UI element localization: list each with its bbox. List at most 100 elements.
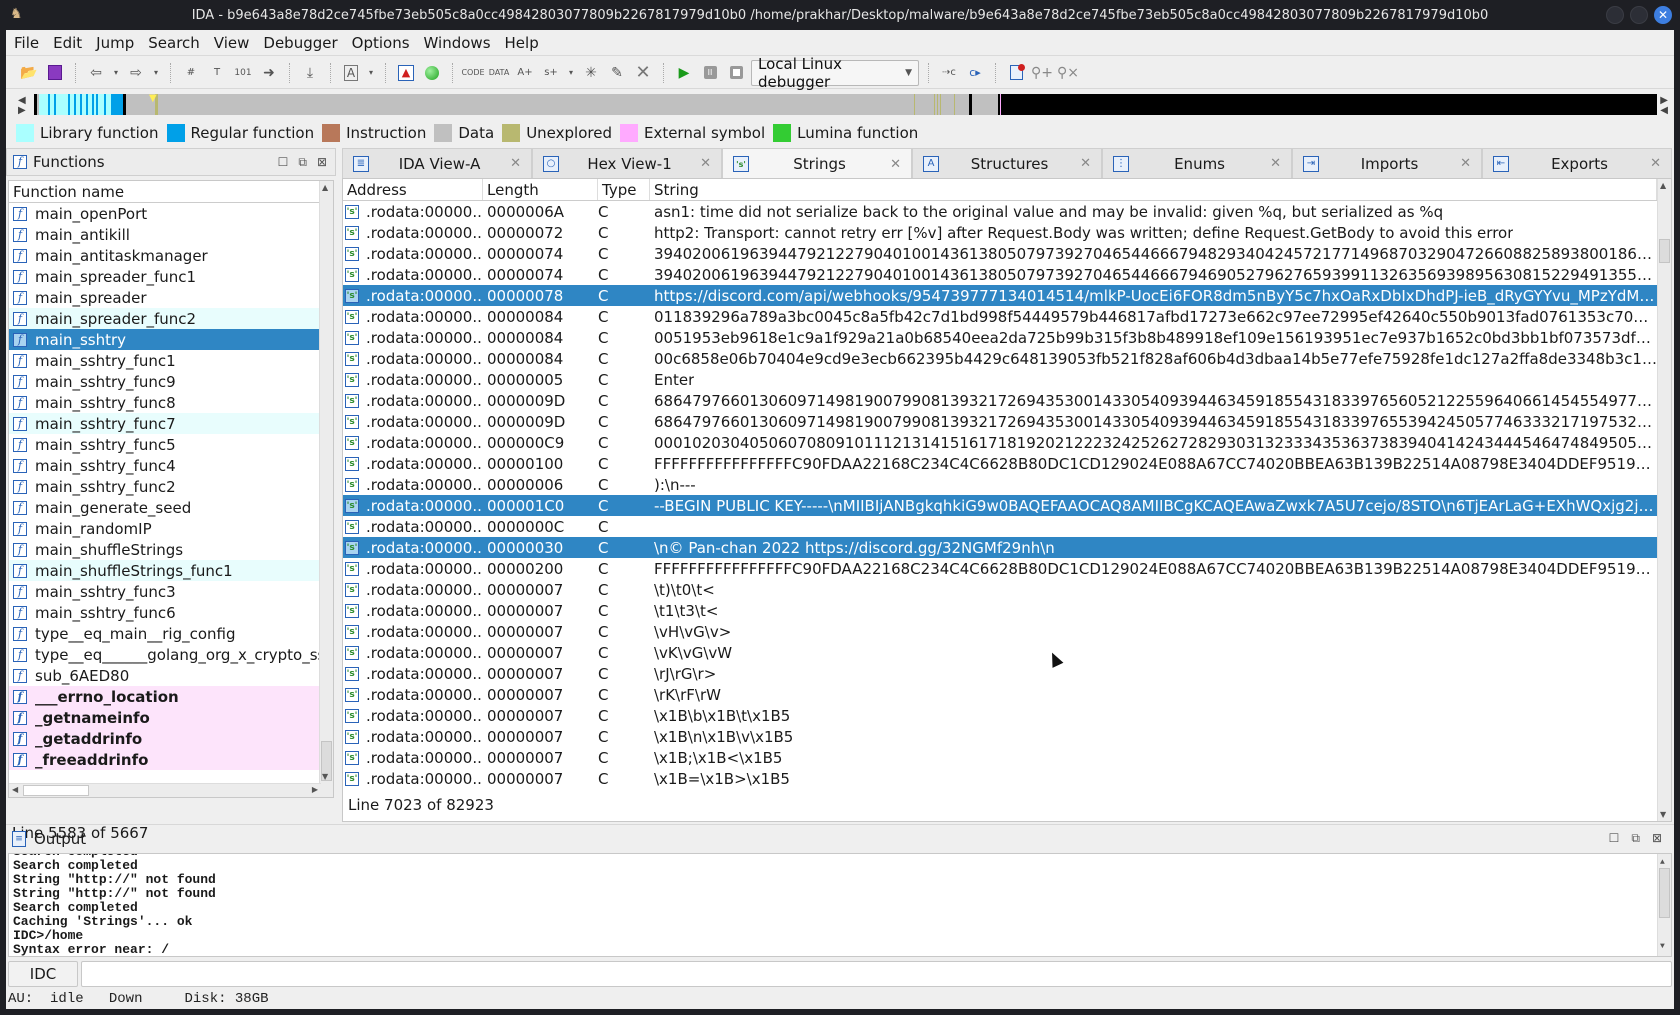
float-pane-icon[interactable]: ⧉	[298, 155, 307, 170]
text-dropdown-icon[interactable]: ▾	[366, 62, 376, 84]
string-row[interactable]: 's' .rodata:00000... 00000007 C \rJ\rG\r>	[343, 663, 1657, 684]
string-row[interactable]: 's' .rodata:00000... 0000006A Casn1: time d…	[343, 201, 1657, 222]
string-row[interactable]: 's' .rodata:00000... 00000072 Chttp2: Trans…	[343, 222, 1657, 243]
scroll-up-icon[interactable]: ▲	[322, 183, 328, 192]
command-input[interactable]	[81, 961, 1672, 987]
string-row[interactable]: 's' .rodata:00000... 00000200 C FFFFFFFFFFFF…	[343, 558, 1657, 579]
menu-view[interactable]: View	[214, 34, 250, 52]
tab-imports[interactable]: ⇥ Imports ✕	[1292, 148, 1482, 178]
function-list-item[interactable]: f main_shuffleStrings_func1	[9, 560, 321, 581]
string-row[interactable]: 's' .rodata:00000... 00000005 C Enter	[343, 369, 1657, 390]
minimize-button[interactable]	[1606, 6, 1624, 24]
text-icon[interactable]: A	[340, 62, 362, 84]
string-row[interactable]: 's' .rodata:00000... 00000007 C \x1B\n\x1B\v…	[343, 726, 1657, 747]
scroll-down-icon[interactable]: ▼	[1660, 810, 1666, 819]
save-icon[interactable]	[44, 62, 66, 84]
function-list-item[interactable]: f main_sshtry_func9	[9, 371, 321, 392]
function-list-item[interactable]: f main_shuffleStrings	[9, 539, 321, 560]
navigation-bar[interactable]: ▼	[34, 94, 1657, 115]
tab-hex-view-1[interactable]: ○ Hex View-1 ✕	[532, 148, 722, 178]
functions-horizontal-scrollbar[interactable]: ◀ ▶	[9, 783, 321, 797]
column-header-type[interactable]: Type	[598, 179, 650, 200]
nav-band-left-arrow-icon[interactable]: ◀ ▶	[18, 96, 26, 116]
scroll-down-icon[interactable]: ▼	[322, 772, 328, 781]
string-row[interactable]: 's' .rodata:00000... 0000000C C	[343, 516, 1657, 537]
menu-options[interactable]: Options	[352, 34, 410, 52]
function-list-item[interactable]: f main_spreader_func1	[9, 266, 321, 287]
function-list-item[interactable]: f main_openPort	[9, 203, 321, 224]
string-row[interactable]: 's' .rodata:00000... 00000084 C 011839296a78…	[343, 306, 1657, 327]
run-green-icon[interactable]	[421, 62, 443, 84]
function-list-item[interactable]: f ___errno_location	[9, 686, 321, 707]
tab-ida-view-a[interactable]: ≣ IDA View-A ✕	[342, 148, 532, 178]
maximize-pane-icon[interactable]: ☐	[1609, 831, 1620, 846]
forward-dropdown-icon[interactable]: ▾	[151, 62, 161, 84]
column-header-address[interactable]: Address	[343, 179, 483, 200]
string-row[interactable]: 's' .rodata:00000... 000000C9 C 000102030405…	[343, 432, 1657, 453]
function-list-item[interactable]: f type__eq______golang_org_x_crypto_ssh_A	[9, 644, 321, 665]
string-row[interactable]: 's' .rodata:00000... 000001C0 C --BEGIN PUBL…	[343, 495, 1657, 516]
close-tab-icon[interactable]: ✕	[510, 156, 521, 171]
string-row[interactable]: 's' .rodata:00000... 00000006 C):\n---	[343, 474, 1657, 495]
function-list-item[interactable]: f main_sshtry	[9, 329, 321, 350]
string-row[interactable]: 's' .rodata:00000... 00000078 Chttps://disc…	[343, 285, 1657, 306]
function-list-item[interactable]: f _getnameinfo	[9, 707, 321, 728]
string-row[interactable]: 's' .rodata:00000... 00000084 C 00c6858e06b7…	[343, 348, 1657, 369]
maximize-pane-icon[interactable]: ☐	[278, 155, 289, 170]
pause-icon[interactable]: II	[699, 62, 721, 84]
search-immediate-icon[interactable]: 101	[232, 62, 254, 84]
function-list-item[interactable]: f main_sshtry_func7	[9, 413, 321, 434]
debugger-select[interactable]: Local Linux debugger ▼	[751, 55, 919, 91]
search-next-icon[interactable]: ➜	[258, 62, 280, 84]
function-list-item[interactable]: f main_antitaskmanager	[9, 245, 321, 266]
menu-debugger[interactable]: Debugger	[263, 34, 337, 52]
function-list-item[interactable]: f main_sshtry_func4	[9, 455, 321, 476]
string-row[interactable]: 's' .rodata:00000... 00000030 C \n© Pan-chan…	[343, 537, 1657, 558]
hscroll-thumb[interactable]	[23, 785, 89, 796]
function-list-item[interactable]: f _getaddrinfo	[9, 728, 321, 749]
function-list-item[interactable]: f main_sshtry_func2	[9, 476, 321, 497]
breakpoint-warning-icon[interactable]: ▲	[395, 62, 417, 84]
menu-jump[interactable]: Jump	[96, 34, 134, 52]
string-row[interactable]: 's' .rodata:00000... 00000007 C \t)\t0\t<	[343, 579, 1657, 600]
float-pane-icon[interactable]: ⧉	[1631, 831, 1640, 846]
close-tab-icon[interactable]: ✕	[1080, 156, 1091, 171]
function-list-item[interactable]: f main_sshtry_func3	[9, 581, 321, 602]
make-code-icon[interactable]: CODE	[461, 62, 484, 84]
string-row[interactable]: 's' .rodata:00000... 0000009D C 686479766013…	[343, 411, 1657, 432]
function-list-item[interactable]: f main_sshtry_func6	[9, 602, 321, 623]
attach-process-icon[interactable]: ⇢c	[938, 62, 960, 84]
maximize-button[interactable]	[1630, 6, 1648, 24]
tab-enums[interactable]: ⋮ Enums ✕	[1102, 148, 1292, 178]
search-text-icon[interactable]: T	[206, 62, 228, 84]
scroll-right-icon[interactable]: ▶	[312, 785, 318, 794]
menu-windows[interactable]: Windows	[424, 34, 491, 52]
back-icon[interactable]: ⇦	[85, 62, 107, 84]
string-row[interactable]: 's' .rodata:00000... 00000084 C 0051953eb961…	[343, 327, 1657, 348]
forward-icon[interactable]: ⇨	[125, 62, 147, 84]
string-row[interactable]: 's' .rodata:00000... 00000007 C \vH\vG\v>	[343, 621, 1657, 642]
scroll-left-icon[interactable]: ◀	[12, 785, 18, 794]
scroll-up-icon[interactable]: ▲	[1660, 181, 1666, 190]
close-pane-icon[interactable]: ⊠	[1652, 831, 1662, 846]
scroll-thumb[interactable]	[1659, 868, 1670, 918]
back-dropdown-icon[interactable]: ▾	[111, 62, 121, 84]
remove-breakpoint-icon[interactable]: ⚲×	[1057, 62, 1079, 84]
scroll-down-icon[interactable]: ▼	[1660, 940, 1665, 954]
functions-vertical-scrollbar[interactable]: ▲ ▼	[319, 181, 333, 797]
menu-search[interactable]: Search	[148, 34, 200, 52]
make-string-icon[interactable]: A+	[514, 62, 536, 84]
function-list-item[interactable]: f sub_6AED80	[9, 665, 321, 686]
tab-exports[interactable]: ⇤ Exports ✕	[1482, 148, 1672, 178]
tab-strings[interactable]: 's' Strings ✕	[722, 148, 912, 179]
menu-help[interactable]: Help	[505, 34, 539, 52]
function-list-item[interactable]: f main_sshtry_func8	[9, 392, 321, 413]
function-list-item[interactable]: f main_generate_seed	[9, 497, 321, 518]
close-window-button[interactable]: ✕	[1654, 6, 1672, 24]
search-binary-icon[interactable]: #	[180, 62, 202, 84]
column-header-length[interactable]: Length	[483, 179, 598, 200]
strings-vertical-scrollbar[interactable]: ▲ ▼	[1657, 179, 1671, 821]
detach-process-icon[interactable]: c▸	[964, 62, 986, 84]
struct-dropdown-icon[interactable]: ▾	[566, 62, 576, 84]
string-row[interactable]: 's' .rodata:00000... 00000007 C \vK\vG\vW	[343, 642, 1657, 663]
